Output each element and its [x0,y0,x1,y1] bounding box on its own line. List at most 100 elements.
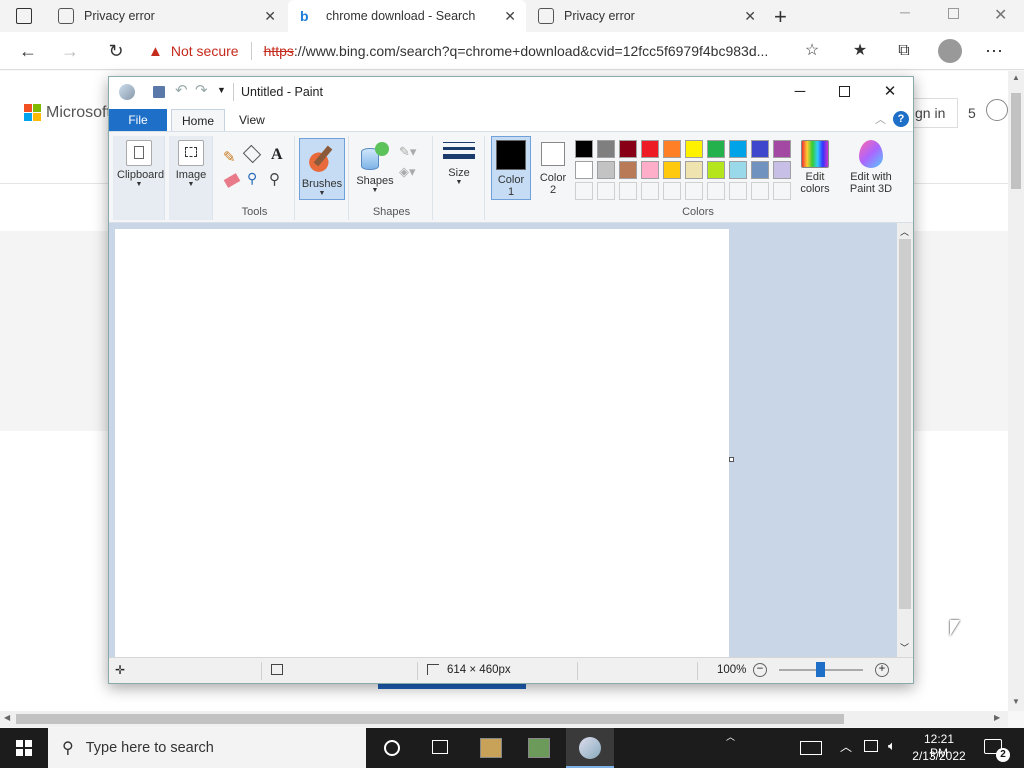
refresh-icon[interactable]: ↻ [104,39,128,63]
more-icon[interactable]: ⋯ [982,39,1006,63]
palette-swatch[interactable] [575,161,593,179]
brushes-button[interactable]: Brushes ▼ [299,138,345,200]
custom-color-slot[interactable] [773,182,791,200]
app-icon-1[interactable] [480,738,502,758]
custom-color-slot[interactable] [663,182,681,200]
color-picker-icon[interactable]: ⚲ [247,170,257,187]
palette-swatch[interactable] [641,161,659,179]
canvas-vertical-scrollbar[interactable]: ︿ ﹀ [897,223,913,657]
scroll-up-icon[interactable]: ︿ [900,225,909,238]
rewards-icon[interactable] [986,99,1008,121]
task-view-icon[interactable] [432,740,448,754]
palette-swatch[interactable] [685,161,703,179]
scroll-up-icon[interactable]: ▲ [1012,73,1020,82]
image-button[interactable]: Image ▼ [171,140,211,188]
minimize-icon[interactable]: ─ [789,81,811,103]
url-field[interactable]: ▲ Not secure https ://www.bing.com/searc… [148,37,826,65]
customize-quick-access-icon[interactable]: ▼ [217,85,226,95]
text-icon[interactable]: A [271,146,283,164]
palette-swatch[interactable] [619,140,637,158]
palette-swatch[interactable] [773,161,791,179]
undo-icon[interactable]: ↶ [175,81,188,99]
fill-icon[interactable] [242,144,262,164]
tab-view[interactable]: View [229,109,275,131]
palette-swatch[interactable] [729,161,747,179]
zoom-slider-thumb[interactable] [816,662,825,677]
close-window-icon[interactable]: ✕ [994,5,1007,25]
custom-color-slot[interactable] [619,182,637,200]
maximize-icon[interactable] [833,81,855,103]
pencil-icon[interactable]: ✎ [223,148,236,166]
edit-colors-button[interactable]: Edit colors [793,136,837,195]
eraser-icon[interactable] [223,173,241,188]
sign-in-button[interactable]: gn in [912,98,958,128]
redo-icon[interactable]: ↷ [195,81,208,99]
close-tab-icon[interactable]: ✕ [264,8,276,25]
palette-swatch[interactable] [751,140,769,158]
not-secure-label[interactable]: Not secure [171,43,239,59]
tab-bing-search[interactable]: b chrome download - Search ✕ [288,0,526,32]
close-tab-icon[interactable]: ✕ [504,8,516,25]
scroll-down-icon[interactable]: ▼ [1012,697,1020,706]
help-icon[interactable]: ? [893,111,909,127]
magnifier-icon[interactable]: ⚲ [269,170,280,188]
minimize-ribbon-icon[interactable]: ︿ [875,111,886,127]
news-icon[interactable] [800,741,822,755]
custom-color-slot[interactable] [575,182,593,200]
tab-privacy-error-1[interactable]: Privacy error ✕ [46,0,286,32]
custom-color-slot[interactable] [707,182,725,200]
close-tab-icon[interactable]: ✕ [744,8,756,25]
scroll-thumb[interactable] [16,714,844,724]
tab-file[interactable]: File [109,109,167,131]
show-hidden-icons[interactable]: ︿ [840,738,852,755]
palette-swatch[interactable] [773,140,791,158]
forward-icon[interactable]: → [58,39,82,63]
palette-swatch[interactable] [663,161,681,179]
palette-swatch[interactable] [597,140,615,158]
custom-color-slot[interactable] [641,182,659,200]
clock-date[interactable]: 2/13/2022 [910,749,968,763]
scroll-down-icon[interactable]: ﹀ [900,641,909,654]
tab-actions-icon[interactable] [16,8,32,24]
collections-icon[interactable]: ⧉ [892,39,916,63]
outline-icon[interactable]: ✎▾ [399,144,416,160]
paint-taskbar-button[interactable] [566,728,614,768]
restore-icon[interactable] [948,8,959,19]
zoom-out-icon[interactable]: − [753,663,767,677]
tray-scroll-icon[interactable]: ︿ [726,730,735,743]
volume-icon[interactable]: 🔈︎ [888,738,896,754]
cortana-icon[interactable] [384,740,400,756]
new-tab-icon[interactable]: + [774,4,787,30]
custom-color-slot[interactable] [685,182,703,200]
palette-swatch[interactable] [729,140,747,158]
zoom-in-icon[interactable]: + [875,663,889,677]
paint3d-button[interactable]: Edit with Paint 3D [841,136,901,195]
canvas-resize-handle[interactable] [729,457,734,462]
tab-privacy-error-2[interactable]: Privacy error ✕ [526,0,766,32]
color1-button[interactable]: Color 1 [491,136,531,200]
drawing-canvas[interactable] [115,229,729,657]
palette-swatch[interactable] [575,140,593,158]
palette-swatch[interactable] [707,140,725,158]
palette-swatch[interactable] [751,161,769,179]
palette-swatch[interactable] [619,161,637,179]
taskbar-search[interactable]: ⚲ Type here to search [48,728,366,768]
network-icon[interactable] [864,740,878,752]
palette-swatch[interactable] [663,140,681,158]
size-button[interactable]: Size ▼ [439,142,479,186]
close-icon[interactable]: ✕ [879,81,901,103]
scroll-right-icon[interactable]: ▶ [994,713,1000,722]
fill-style-icon[interactable]: ◈▾ [399,164,416,180]
page-horizontal-scrollbar[interactable]: ◀ ▶ [0,711,1008,727]
favorites-icon[interactable]: ★ [848,39,872,63]
custom-color-slot[interactable] [729,182,747,200]
app-icon-2[interactable] [528,738,550,758]
save-icon[interactable] [153,86,165,98]
clipboard-button[interactable]: Clipboard ▼ [117,140,164,188]
custom-color-slot[interactable] [751,182,769,200]
scroll-left-icon[interactable]: ◀ [4,713,10,722]
profile-avatar[interactable] [938,39,962,63]
rewards-count[interactable]: 5 [968,105,976,121]
minimize-icon[interactable]: ─ [900,4,910,20]
color2-button[interactable]: Color 2 [533,136,573,196]
